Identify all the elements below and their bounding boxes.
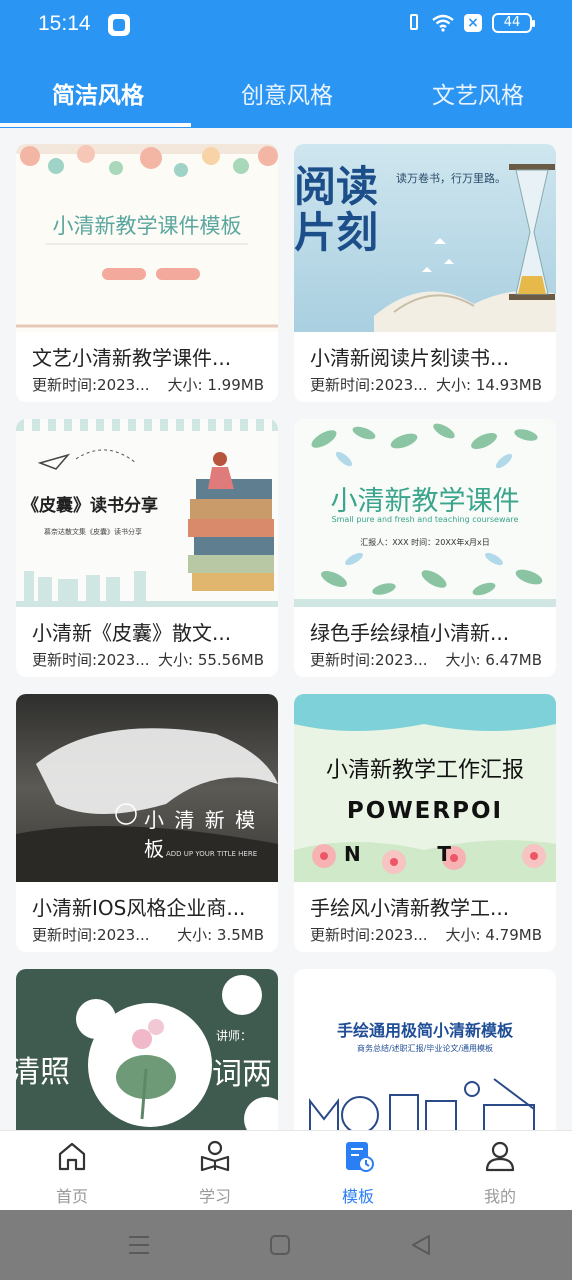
card-title: 小清新阅读片刻读书... [310,346,510,370]
file-size: 大小: 1.99MB [167,376,264,394]
thumbnail-subtitle: 词两 [212,1057,272,1092]
template-thumbnail: 手绘通用极简小清新模板 商务总结/述职汇报/毕业论文/通用模板 [294,969,556,1130]
template-card[interactable]: 清照 词两 讲师： [16,969,278,1130]
thumbnail-subtitle: ADD UP YOUR TITLE HERE [166,850,258,858]
thumbnail-title: 《皮囊》读书分享 [22,496,158,516]
status-icons: × 44 [406,12,535,34]
template-thumbnail: 小 清 新 模 板 ADD UP YOUR TITLE HERE [16,694,278,882]
nav-label: 我的 [483,1187,516,1206]
template-card[interactable]: 手绘通用极简小清新模板 商务总结/述职汇报/毕业论文/通用模板 [294,969,556,1130]
template-card[interactable]: 小清新教学工作汇报 POWERPOI N T 手绘风小清新教学工... 更新时间… [294,694,556,952]
card-meta: 更新时间:2023... 大小: 3.5MB [32,924,264,945]
card-title: 绿色手绘绿植小清新... [310,621,510,645]
file-size: 大小: 55.56MB [158,651,264,669]
template-grid[interactable]: 小清新教学课件模板 文艺小清新教学课件... 更新时间:2023... 大小: … [0,128,572,1130]
card-meta: 更新时间:2023... 大小: 14.93MB [310,374,542,395]
status-bar: 15:14 × 44 [0,0,572,50]
tab-simple-style[interactable]: 简洁风格 [52,76,144,110]
menu-icon[interactable] [128,1234,150,1256]
vibrate-icon [406,12,422,34]
thumbnail-title: 小清新教学工作汇报 [325,758,524,783]
wifi-icon [432,14,454,32]
thumbnail-subtitle: 商务总结/述职汇报/毕业论文/通用模板 [356,1044,494,1053]
card-title: 手绘风小清新教学工... [310,896,510,920]
card-meta: 更新时间:2023... 大小: 6.47MB [310,649,542,670]
template-card[interactable]: 小 清 新 模 板 ADD UP YOUR TITLE HERE 小清新IOS风… [16,694,278,952]
nav-label: 学习 [198,1187,231,1206]
template-thumbnail: 小清新教学课件 Small pure and fresh and teachin… [294,419,556,607]
back-icon[interactable] [410,1234,432,1256]
study-icon [200,1140,230,1172]
template-card[interactable]: 阅读片刻 读万卷书，行万里路。 小清新阅读片刻读书... 更新时间:2023..… [294,144,556,402]
template-thumbnail: 小清新教学工作汇报 POWERPOI N T [294,694,556,882]
system-navigation-bar [0,1210,572,1280]
template-thumbnail: 小清新教学课件模板 [16,144,278,332]
thumbnail-subtitle: Small pure and fresh and teaching course… [331,515,519,524]
thumbnail-subtitle-2: 汇报人：XXX 时间：20XX年x月x日 [360,538,490,547]
no-sim-icon: × [464,14,482,32]
home-button-icon[interactable] [269,1234,291,1256]
update-time: 更新时间:2023... [310,651,428,669]
thumbnail-title: 阅读片刻 [294,162,379,257]
nav-study[interactable]: 学习 [165,1139,265,1207]
update-time: 更新时间:2023... [32,376,150,394]
file-size: 大小: 6.47MB [445,651,542,669]
thumbnail-subtitle-2: 讲师： [216,1029,253,1043]
card-title: 小清新《皮囊》散文... [32,621,232,645]
thumbnail-subtitle: 读万卷书，行万里路。 [396,172,506,185]
nav-home[interactable]: 首页 [22,1139,122,1207]
tab-literary-style[interactable]: 文艺风格 [432,76,524,110]
thumbnail-title: 小清新教学课件 [330,486,520,517]
template-card[interactable]: 《皮囊》读书分享 慕奈达散文集《皮囊》读书分享 小清新《皮囊》散文... 更新时… [16,419,278,677]
template-thumbnail: 《皮囊》读书分享 慕奈达散文集《皮囊》读书分享 [16,419,278,607]
active-tab-indicator [0,123,191,127]
thumbnail-title: 手绘通用极简小清新模板 [336,1021,513,1040]
thumbnail-subtitle: POWERPOI [346,798,504,824]
bottom-navigation: 首页 学习 模板 我的 [0,1130,572,1211]
card-title: 文艺小清新教学课件... [32,346,232,370]
nav-label: 首页 [55,1187,88,1206]
template-icon [346,1142,374,1172]
file-size: 大小: 3.5MB [177,926,264,944]
file-size: 大小: 4.79MB [445,926,542,944]
thumbnail-title: 清照 [16,1055,70,1090]
update-time: 更新时间:2023... [32,926,150,944]
thumbnail-subtitle: 慕奈达散文集《皮囊》读书分享 [44,528,142,536]
nav-label: 模板 [341,1187,374,1206]
thumbnail-subtitle-2: N T [344,842,451,866]
template-thumbnail: 清照 词两 讲师： [16,969,278,1130]
style-tabs: 简洁风格 创意风格 文艺风格 [0,50,572,128]
profile-icon [485,1141,515,1172]
card-title: 小清新IOS风格企业商... [32,896,246,920]
tab-creative-style[interactable]: 创意风格 [241,76,333,110]
nav-template[interactable]: 模板 [308,1139,408,1207]
status-time: 15:14 [38,12,91,35]
card-meta: 更新时间:2023... 大小: 55.56MB [32,649,264,670]
nav-profile[interactable]: 我的 [450,1139,550,1207]
card-meta: 更新时间:2023... 大小: 1.99MB [32,374,264,395]
card-meta: 更新时间:2023... 大小: 4.79MB [310,924,542,945]
app-notification-icon [108,14,130,36]
template-card[interactable]: 小清新教学课件模板 文艺小清新教学课件... 更新时间:2023... 大小: … [16,144,278,402]
template-card[interactable]: 小清新教学课件 Small pure and fresh and teachin… [294,419,556,677]
update-time: 更新时间:2023... [32,651,150,669]
thumbnail-title: 小清新教学课件模板 [52,214,242,238]
home-icon [58,1142,86,1171]
update-time: 更新时间:2023... [310,376,428,394]
template-thumbnail: 阅读片刻 读万卷书，行万里路。 [294,144,556,332]
file-size: 大小: 14.93MB [436,376,542,394]
update-time: 更新时间:2023... [310,926,428,944]
battery-icon: 44 [492,13,535,33]
